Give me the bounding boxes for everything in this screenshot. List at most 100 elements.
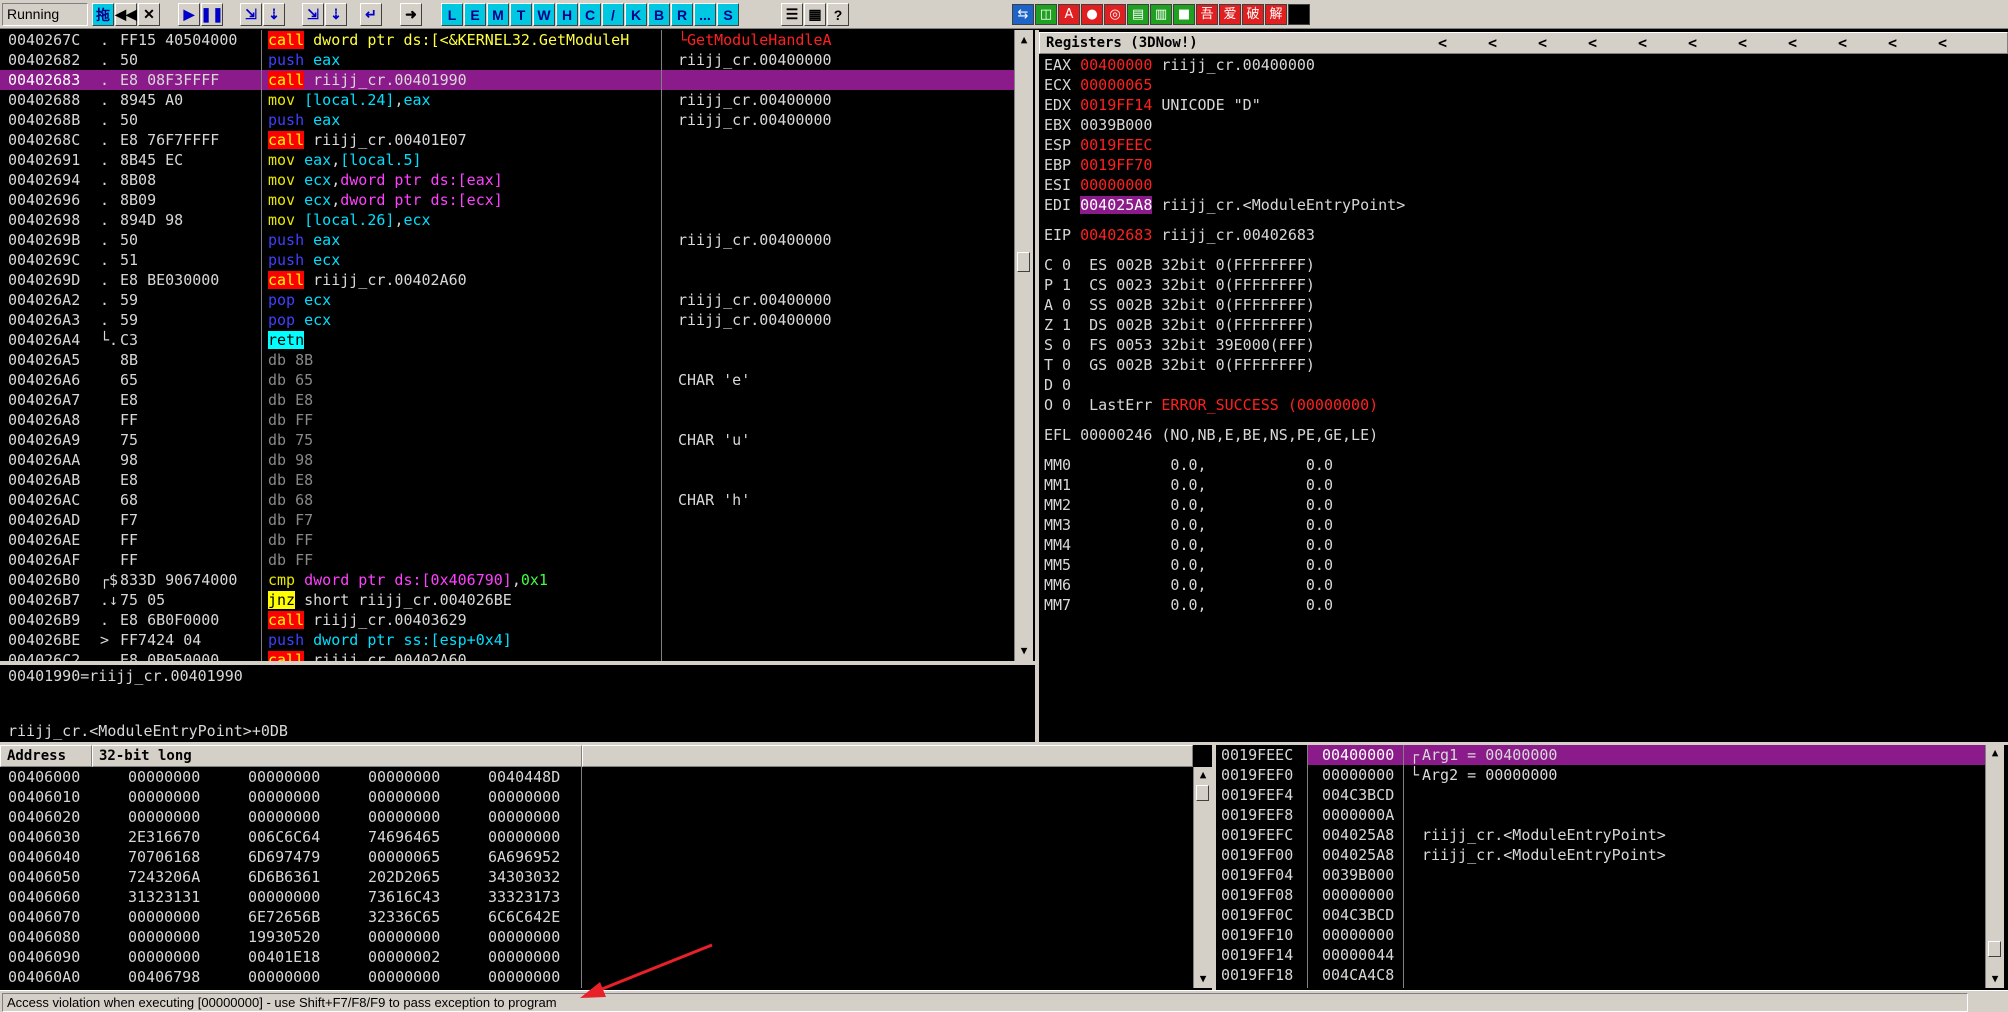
plugin-icon-10[interactable]: 破 [1242,4,1264,25]
disasm-row[interactable]: 004026A8 FF db FF [0,410,1014,430]
register-arrow-icon[interactable]: < [1438,34,1447,52]
plugin-icon-2[interactable]: A [1058,4,1080,25]
register-line[interactable]: MM3 0.0, 0.0 [1039,515,2008,535]
dump-row[interactable]: 00406020 00000000 00000000 00000000 00000000 [0,807,1193,827]
disasm-scrollbar[interactable]: ▲ ▼ [1014,30,1033,661]
register-arrow-icon[interactable]: < [1838,34,1847,52]
toolbar-button-21[interactable]: R [671,3,693,26]
toolbar-button-0[interactable]: 拖 [92,3,114,26]
disasm-row[interactable]: 0040268B. 50 push eax riijj_cr.00400000 [0,110,1014,130]
register-line[interactable]: MM7 0.0, 0.0 [1039,595,2008,615]
stack-row[interactable]: 0019FF00 004025A8 riijj_cr.<ModuleEntryPoi… [1216,845,1985,865]
register-line[interactable]: A 0 SS 002B 32bit 0(FFFFFFFF) [1039,295,2008,315]
register-line[interactable]: EBX 0039B000 [1039,115,2008,135]
stack-row[interactable]: 0019FF08 00000000 [1216,885,1985,905]
disasm-row[interactable]: 004026B9. E8 6B0F0000 call riijj_cr.004036… [0,610,1014,630]
disasm-row[interactable]: 004026A9 75 db 75 CHAR 'u' [0,430,1014,450]
scroll-thumb[interactable] [1196,785,1209,801]
disasm-row[interactable]: 00402682. 50 push eax riijj_cr.00400000 [0,50,1014,70]
register-line[interactable]: ESP 0019FEEC [1039,135,2008,155]
toolbar-button-1[interactable]: ◀◀ [115,3,137,26]
dump-row[interactable]: 00406010 00000000 00000000 00000000 00000000 [0,787,1193,807]
stack-row[interactable]: 0019FF14 00000044 [1216,945,1985,965]
disasm-row[interactable]: 004026AB E8 db E8 [0,470,1014,490]
dump-row[interactable]: 00406040 70706168 6D697479 00000065 6A696952 [0,847,1193,867]
toolbar-button-22[interactable]: ... [694,3,716,26]
stack-row[interactable]: 0019FEF8 0000000A [1216,805,1985,825]
disasm-row[interactable]: 004026AF FF db FF [0,550,1014,570]
disasm-row[interactable]: 0040268C. E8 76F7FFFF call riijj_cr.00401E… [0,130,1014,150]
disasm-row[interactable]: 0040269C. 51 push ecx [0,250,1014,270]
disasm-row[interactable]: 004026A6 65 db 65 CHAR 'e' [0,370,1014,390]
disasm-row[interactable]: 004026B7 .↓ 75 05 jnz short riijj_cr.004026… [0,590,1014,610]
plugin-icon-1[interactable]: ◫ [1035,4,1057,25]
dump-row[interactable]: 00406090 00000000 00401E18 00000002 00000000 [0,947,1193,967]
stack-row[interactable]: 0019FEF4 004C3BCD [1216,785,1985,805]
register-arrow-icon[interactable]: < [1638,34,1647,52]
plugin-icon-7[interactable]: ■ [1173,4,1195,25]
plugin-icon-5[interactable]: ▤ [1127,4,1149,25]
toolbar-button-10[interactable]: ➜ [400,3,422,26]
register-line[interactable]: O 0 LastErr ERROR_SUCCESS (00000000) [1039,395,2008,415]
disasm-row[interactable]: 004026A3. 59 pop ecx riijj_cr.00400000 [0,310,1014,330]
dump-row[interactable]: 00406070 00000000 6E72656B 32336C65 6C6C642E [0,907,1193,927]
plugin-icon-8[interactable]: 吾 [1196,4,1218,25]
register-line[interactable]: EFL 00000246 (NO,NB,E,BE,NS,PE,GE,LE) [1039,425,2008,445]
register-line[interactable]: EIP 00402683 riijj_cr.00402683 [1039,225,2008,245]
register-line[interactable]: Z 1 DS 002B 32bit 0(FFFFFFFF) [1039,315,2008,335]
disasm-row[interactable]: 004026B0 ┌$ 833D 90674000 cmp dword ptr ds:… [0,570,1014,590]
dump-pane[interactable]: 00406000 00000000 00000000 00000000 0040448D… [0,767,1193,988]
disasm-row[interactable]: 00402698. 894D 98 mov [local.26],ecx [0,210,1014,230]
register-arrow-icon[interactable]: < [1938,34,1947,52]
plugin-icon-11[interactable]: 解 [1265,4,1287,25]
toolbar-button-6[interactable]: ⇣ [263,3,285,26]
register-line[interactable]: P 1 CS 0023 32bit 0(FFFFFFFF) [1039,275,2008,295]
dump-header-address[interactable]: Address [0,745,92,767]
plugin-icon-3[interactable]: ● [1081,4,1103,25]
stack-scrollbar[interactable]: ▲ ▼ [1985,745,2004,988]
register-arrow-icon[interactable]: < [1688,34,1697,52]
register-arrow-icon[interactable]: < [1788,34,1797,52]
disasm-row[interactable]: 004026AE FF db FF [0,530,1014,550]
toolbar-button-16[interactable]: H [556,3,578,26]
toolbar-button-11[interactable]: L [441,3,463,26]
scroll-down-icon[interactable]: ▼ [1015,643,1033,659]
toolbar-button-7[interactable]: ⇲ [302,3,324,26]
toolbar-button-25[interactable]: ▦ [804,3,826,26]
register-line[interactable]: EDI 004025A8 riijj_cr.<ModuleEntryPoint> [1039,195,2008,215]
disasm-row[interactable]: 0040269B. 50 push eax riijj_cr.00400000 [0,230,1014,250]
register-line[interactable]: T 0 GS 002B 32bit 0(FFFFFFFF) [1039,355,2008,375]
dump-row[interactable]: 004060A0 00406798 00000000 00000000 00000000 [0,967,1193,987]
register-line[interactable]: EBP 0019FF70 [1039,155,2008,175]
register-line[interactable]: S 0 FS 0053 32bit 39E000(FFF) [1039,335,2008,355]
stack-row[interactable]: 0019FEEC 00400000 ┌ Arg1 = 00400000 [1216,745,1985,765]
dump-scrollbar[interactable]: ▲ ▼ [1193,767,1212,988]
register-line[interactable]: MM1 0.0, 0.0 [1039,475,2008,495]
register-arrow-icon[interactable]: < [1488,34,1497,52]
disassembly-pane[interactable]: 0040267C. FF15 40504000 call dword ptr ds:… [0,30,1014,661]
disasm-row[interactable]: 0040267C. FF15 40504000 call dword ptr ds:… [0,30,1014,50]
register-line[interactable]: ESI 00000000 [1039,175,2008,195]
plugin-icon-6[interactable]: ▥ [1150,4,1172,25]
register-line[interactable]: MM4 0.0, 0.0 [1039,535,2008,555]
disasm-row[interactable]: 004026A2. 59 pop ecx riijj_cr.00400000 [0,290,1014,310]
dump-row[interactable]: 00406060 31323131 00000000 73616C43 33323173 [0,887,1193,907]
disasm-row[interactable]: 00402694. 8B08 mov ecx,dword ptr ds:[eax] [0,170,1014,190]
disasm-row[interactable]: 00402688. 8945 A0 mov [local.24],eax riijj_… [0,90,1014,110]
toolbar-button-4[interactable]: ❚❚ [200,3,224,26]
dump-row[interactable]: 00406030 2E316670 006C6C64 74696465 00000000 [0,827,1193,847]
toolbar-button-13[interactable]: M [487,3,509,26]
toolbar-button-26[interactable]: ? [827,3,849,26]
toolbar-button-17[interactable]: C [579,3,601,26]
dump-row[interactable]: 00406050 7243206A 6D6B6361 202D2065 34303032 [0,867,1193,887]
dump-header-value[interactable]: 32-bit long [92,745,582,767]
scroll-thumb[interactable] [1017,252,1030,272]
registers-pane[interactable]: EAX 00400000 riijj_cr.00400000 ECX 000000… [1039,55,2008,742]
toolbar-button-8[interactable]: ⇣ [325,3,347,26]
stack-row[interactable]: 0019FF0C 004C3BCD [1216,905,1985,925]
register-line[interactable]: MM5 0.0, 0.0 [1039,555,2008,575]
scroll-up-icon[interactable]: ▲ [1986,745,2004,761]
disasm-row[interactable]: 00402696. 8B09 mov ecx,dword ptr ds:[ecx] [0,190,1014,210]
dump-row[interactable]: 00406080 00000000 19930520 00000000 00000000 [0,927,1193,947]
scroll-down-icon[interactable]: ▼ [1986,971,2004,987]
